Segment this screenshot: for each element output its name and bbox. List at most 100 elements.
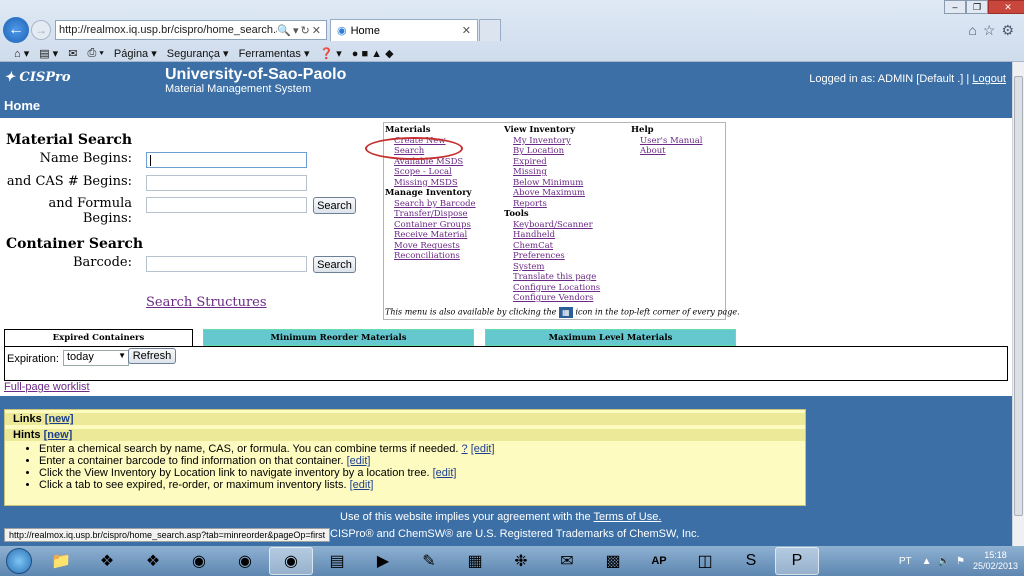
address-bar[interactable]: http://realmox.iq.usp.br/cispro/home_sea… [55, 20, 327, 40]
trademark-line: CISPro® and ChemSW® are U.S. Registered … [330, 528, 700, 540]
menu-item-scope-local[interactable]: Scope - Local [385, 167, 476, 178]
forward-arrow-icon[interactable]: → [31, 20, 51, 40]
menu-seguranca[interactable]: Segurança ▾ [167, 47, 229, 60]
expiration-label: Expiration: [7, 353, 59, 365]
bird-app-icon[interactable]: ❖ [131, 547, 175, 575]
print-icon[interactable]: ⎙ ▾ [87, 47, 103, 60]
tab-close-icon[interactable]: ✕ [462, 24, 471, 37]
ap-app-icon[interactable]: AP [637, 547, 681, 575]
paint-icon[interactable]: ✎ [407, 547, 451, 575]
window-close-icon[interactable]: ✕ [988, 0, 1024, 14]
firefox-icon[interactable]: ◉ [223, 547, 267, 575]
refresh-button[interactable]: Refresh [128, 348, 176, 364]
home-toolbar-icon[interactable]: ⌂ ▾ [14, 47, 29, 60]
safari-icon[interactable]: ❉ [499, 547, 543, 575]
gear-icon[interactable]: ⚙ [1001, 22, 1020, 38]
menu-item-preferences[interactable]: Preferences [504, 251, 600, 262]
tray-arrow-icon[interactable]: ▲ [922, 556, 932, 567]
powerpoint-icon[interactable]: P [775, 547, 819, 575]
clock[interactable]: 15:18 25/02/2013 [973, 550, 1018, 572]
book-app-icon[interactable]: ▤ [315, 547, 359, 575]
links-new-link[interactable]: [new] [45, 413, 74, 425]
menu-item-receive-material[interactable]: Receive Material [385, 230, 476, 241]
hint-edit-link[interactable]: [edit] [433, 467, 457, 479]
restore-icon[interactable]: ❐ [966, 0, 988, 14]
cas-input[interactable] [146, 175, 307, 191]
help-icon[interactable]: ❓ ▾ [320, 47, 342, 60]
menu-item-configure-locations[interactable]: Configure Locations [504, 283, 600, 294]
menu-pagina[interactable]: Página ▾ [114, 47, 157, 60]
hint-edit-link[interactable]: [edit] [350, 479, 374, 491]
thunderbird-icon[interactable]: ✉ [545, 547, 589, 575]
menu-item-configure-vendors[interactable]: Configure Vendors [504, 293, 600, 304]
menu-item-about[interactable]: About [631, 146, 703, 157]
menu-item-transfer-dispose[interactable]: Transfer/Dispose [385, 209, 476, 220]
terminal-icon[interactable]: ▩ [591, 547, 635, 575]
media-player-icon[interactable]: ▶ [361, 547, 405, 575]
menu-item-move-requests[interactable]: Move Requests [385, 241, 476, 252]
menu-item-expired[interactable]: Expired [504, 157, 600, 168]
chrome-icon[interactable]: ◉ [177, 547, 221, 575]
login-text: Logged in as: ADMIN [Default .] | [809, 73, 970, 85]
menu-item-keyboard-scanner[interactable]: Keyboard/Scanner [504, 220, 600, 231]
mail-icon[interactable]: ✉ [68, 47, 77, 60]
material-search-button[interactable]: Search [313, 197, 356, 214]
menu-ferramentas[interactable]: Ferramentas ▾ [239, 47, 310, 60]
formula-input[interactable] [146, 197, 307, 213]
full-page-worklist-link[interactable]: Full-page worklist [4, 381, 90, 393]
hint-edit-link[interactable]: [edit] [471, 443, 495, 455]
dropbox-icon[interactable]: ❖ [85, 547, 129, 575]
menu-item-chemcat[interactable]: ChemCat [504, 241, 600, 252]
menu-item-below-minimum[interactable]: Below Minimum [504, 178, 600, 189]
favorites-star-icon[interactable]: ☆ [983, 22, 1002, 38]
menu-item-container-groups[interactable]: Container Groups [385, 220, 476, 231]
page-scrollbar[interactable] [1012, 62, 1024, 546]
tab-expired-containers[interactable]: Expired Containers [4, 329, 193, 346]
feeds-icon[interactable]: ▤ ▾ [39, 47, 58, 60]
hint-edit-link[interactable]: [edit] [347, 455, 371, 467]
menu-item-by-location[interactable]: By Location [504, 146, 600, 157]
menu-item-above-maximum[interactable]: Above Maximum [504, 188, 600, 199]
volume-icon[interactable]: 🔈 [938, 556, 950, 567]
minimize-icon[interactable]: – [944, 0, 966, 14]
address-url[interactable]: http://realmox.iq.usp.br/cispro/home_sea… [59, 24, 277, 36]
menu-item-search-by-barcode[interactable]: Search by Barcode [385, 199, 476, 210]
hint-help-link[interactable]: ? [462, 443, 468, 455]
new-tab-button[interactable] [479, 19, 501, 41]
menu-grid-icon[interactable]: ▦ [558, 307, 573, 318]
tab-home[interactable]: ◉ Home ✕ [330, 19, 478, 41]
name-input[interactable] [146, 152, 307, 168]
extension-icons[interactable]: ● ■ ▲ ◆ [352, 47, 394, 60]
start-button[interactable] [0, 546, 38, 576]
barcode-input[interactable] [146, 256, 307, 272]
tab-minimum-reorder[interactable]: Minimum Reorder Materials [203, 329, 474, 346]
internet-explorer-icon[interactable]: ◉ [269, 547, 313, 575]
network-app-icon[interactable]: ◫ [683, 547, 727, 575]
address-bar-icons[interactable]: 🔍▾↻✕ [277, 24, 326, 37]
terms-of-use-link[interactable]: Terms of Use. [594, 511, 662, 523]
explorer-icon[interactable]: 📁 [39, 547, 83, 575]
hints-new-link[interactable]: [new] [44, 429, 73, 441]
skype-icon[interactable]: S [729, 547, 773, 575]
menu-item-handheld[interactable]: Handheld [504, 230, 600, 241]
home-icon[interactable]: ⌂ [968, 22, 982, 38]
tab-maximum-level[interactable]: Maximum Level Materials [485, 329, 736, 346]
language-indicator[interactable]: PT [899, 556, 912, 567]
menu-item-translate[interactable]: Translate this page [504, 272, 600, 283]
cispro-logo[interactable]: ✦ CISPro [4, 70, 71, 85]
menu-item-system[interactable]: System [504, 262, 600, 273]
search-structures-link[interactable]: Search Structures [146, 295, 267, 310]
menu-item-my-inventory[interactable]: My Inventory [504, 136, 600, 147]
logout-link[interactable]: Logout [972, 73, 1006, 85]
container-search-button[interactable]: Search [313, 256, 356, 273]
menu-item-reconciliations[interactable]: Reconciliations [385, 251, 476, 262]
menu-item-missing-msds[interactable]: Missing MSDS [385, 178, 476, 189]
menu-item-missing[interactable]: Missing [504, 167, 600, 178]
menu-item-users-manual[interactable]: User's Manual [631, 136, 703, 147]
back-arrow-icon[interactable]: ← [3, 17, 29, 43]
menu-item-reports[interactable]: Reports [504, 199, 600, 210]
flag-icon[interactable]: ⚑ [956, 556, 965, 567]
scroll-thumb[interactable] [1014, 76, 1023, 516]
expiration-select[interactable]: today ▼ [63, 350, 129, 366]
calculator-icon[interactable]: ▦ [453, 547, 497, 575]
